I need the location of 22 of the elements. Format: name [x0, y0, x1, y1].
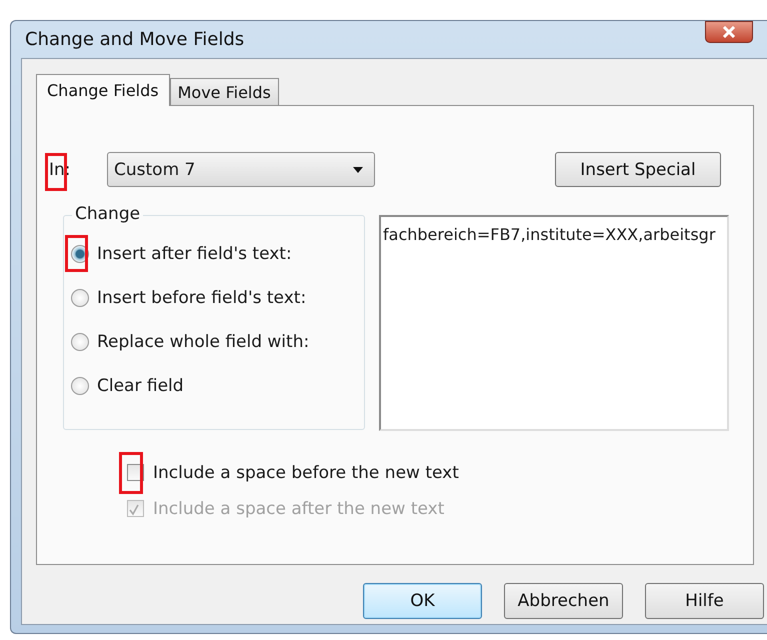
- text-field[interactable]: fachbereich=FB7,institute=XXX,arbeitsgr: [379, 215, 729, 431]
- option-label: Insert before field's text:: [97, 288, 306, 308]
- dropdown-arrow-icon: [352, 166, 364, 174]
- option-label: Clear field: [97, 376, 184, 396]
- radio-button[interactable]: [71, 333, 89, 351]
- group-title: Change: [72, 204, 144, 224]
- insert-special-button[interactable]: Insert Special: [555, 152, 721, 187]
- close-icon: [722, 26, 736, 38]
- dialog-button[interactable]: Hilfe: [645, 583, 764, 619]
- tab[interactable]: Change Fields: [36, 74, 170, 106]
- radio-button[interactable]: [71, 289, 89, 307]
- option-label: Replace whole field with:: [97, 332, 310, 352]
- tab[interactable]: Move Fields: [170, 78, 279, 105]
- dialog-button[interactable]: Abbrechen: [504, 583, 623, 619]
- checkbox-label: Include a space after the new text: [153, 499, 444, 519]
- checkbox-label: Include a space before the new text: [153, 463, 459, 483]
- option-label: Insert after field's text:: [97, 244, 292, 264]
- window-title: Change and Move Fields: [25, 29, 246, 50]
- close-button[interactable]: [705, 20, 753, 42]
- in-dropdown[interactable]: Custom 7: [107, 152, 375, 187]
- ok-button[interactable]: OK: [363, 583, 482, 619]
- radio-button[interactable]: [71, 377, 89, 395]
